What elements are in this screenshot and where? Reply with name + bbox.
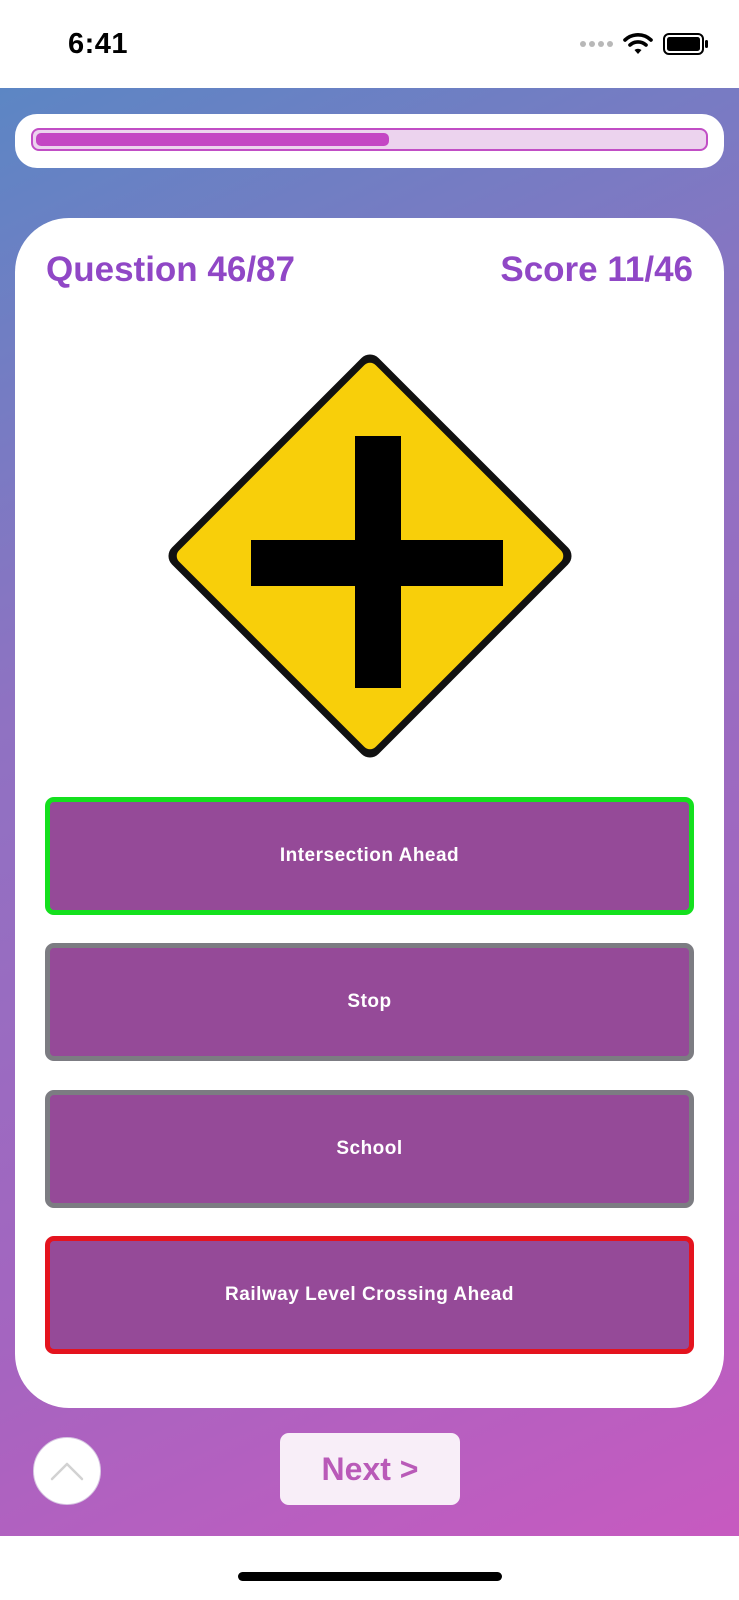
next-button[interactable]: Next > [280,1433,460,1505]
scroll-up-button[interactable] [33,1437,101,1505]
wifi-icon [623,33,653,54]
quiz-progress-bar [31,128,708,151]
progress-card [15,114,724,168]
answer-option-railway-level-crossing-ahead[interactable]: Railway Level Crossing Ahead [45,1236,694,1354]
quiz-card: Question 46/87 Score 11/46 Intersection … [15,218,724,1408]
status-time: 6:41 [68,28,129,60]
answer-option-school[interactable]: School [45,1090,694,1208]
home-indicator [238,1572,502,1581]
question-counter: Question 46/87 [46,250,295,289]
intersection-ahead-sign-image [168,354,572,758]
cellular-signal-icon [580,41,613,47]
status-bar: 6:41 [0,0,739,88]
status-icons [580,32,709,56]
chevron-up-icon [50,1462,84,1481]
answer-option-stop[interactable]: Stop [45,943,694,1061]
quiz-progress-fill [36,133,389,146]
score-counter: Score 11/46 [500,250,693,289]
answer-option-intersection-ahead[interactable]: Intersection Ahead [45,797,694,915]
battery-icon [663,33,708,55]
